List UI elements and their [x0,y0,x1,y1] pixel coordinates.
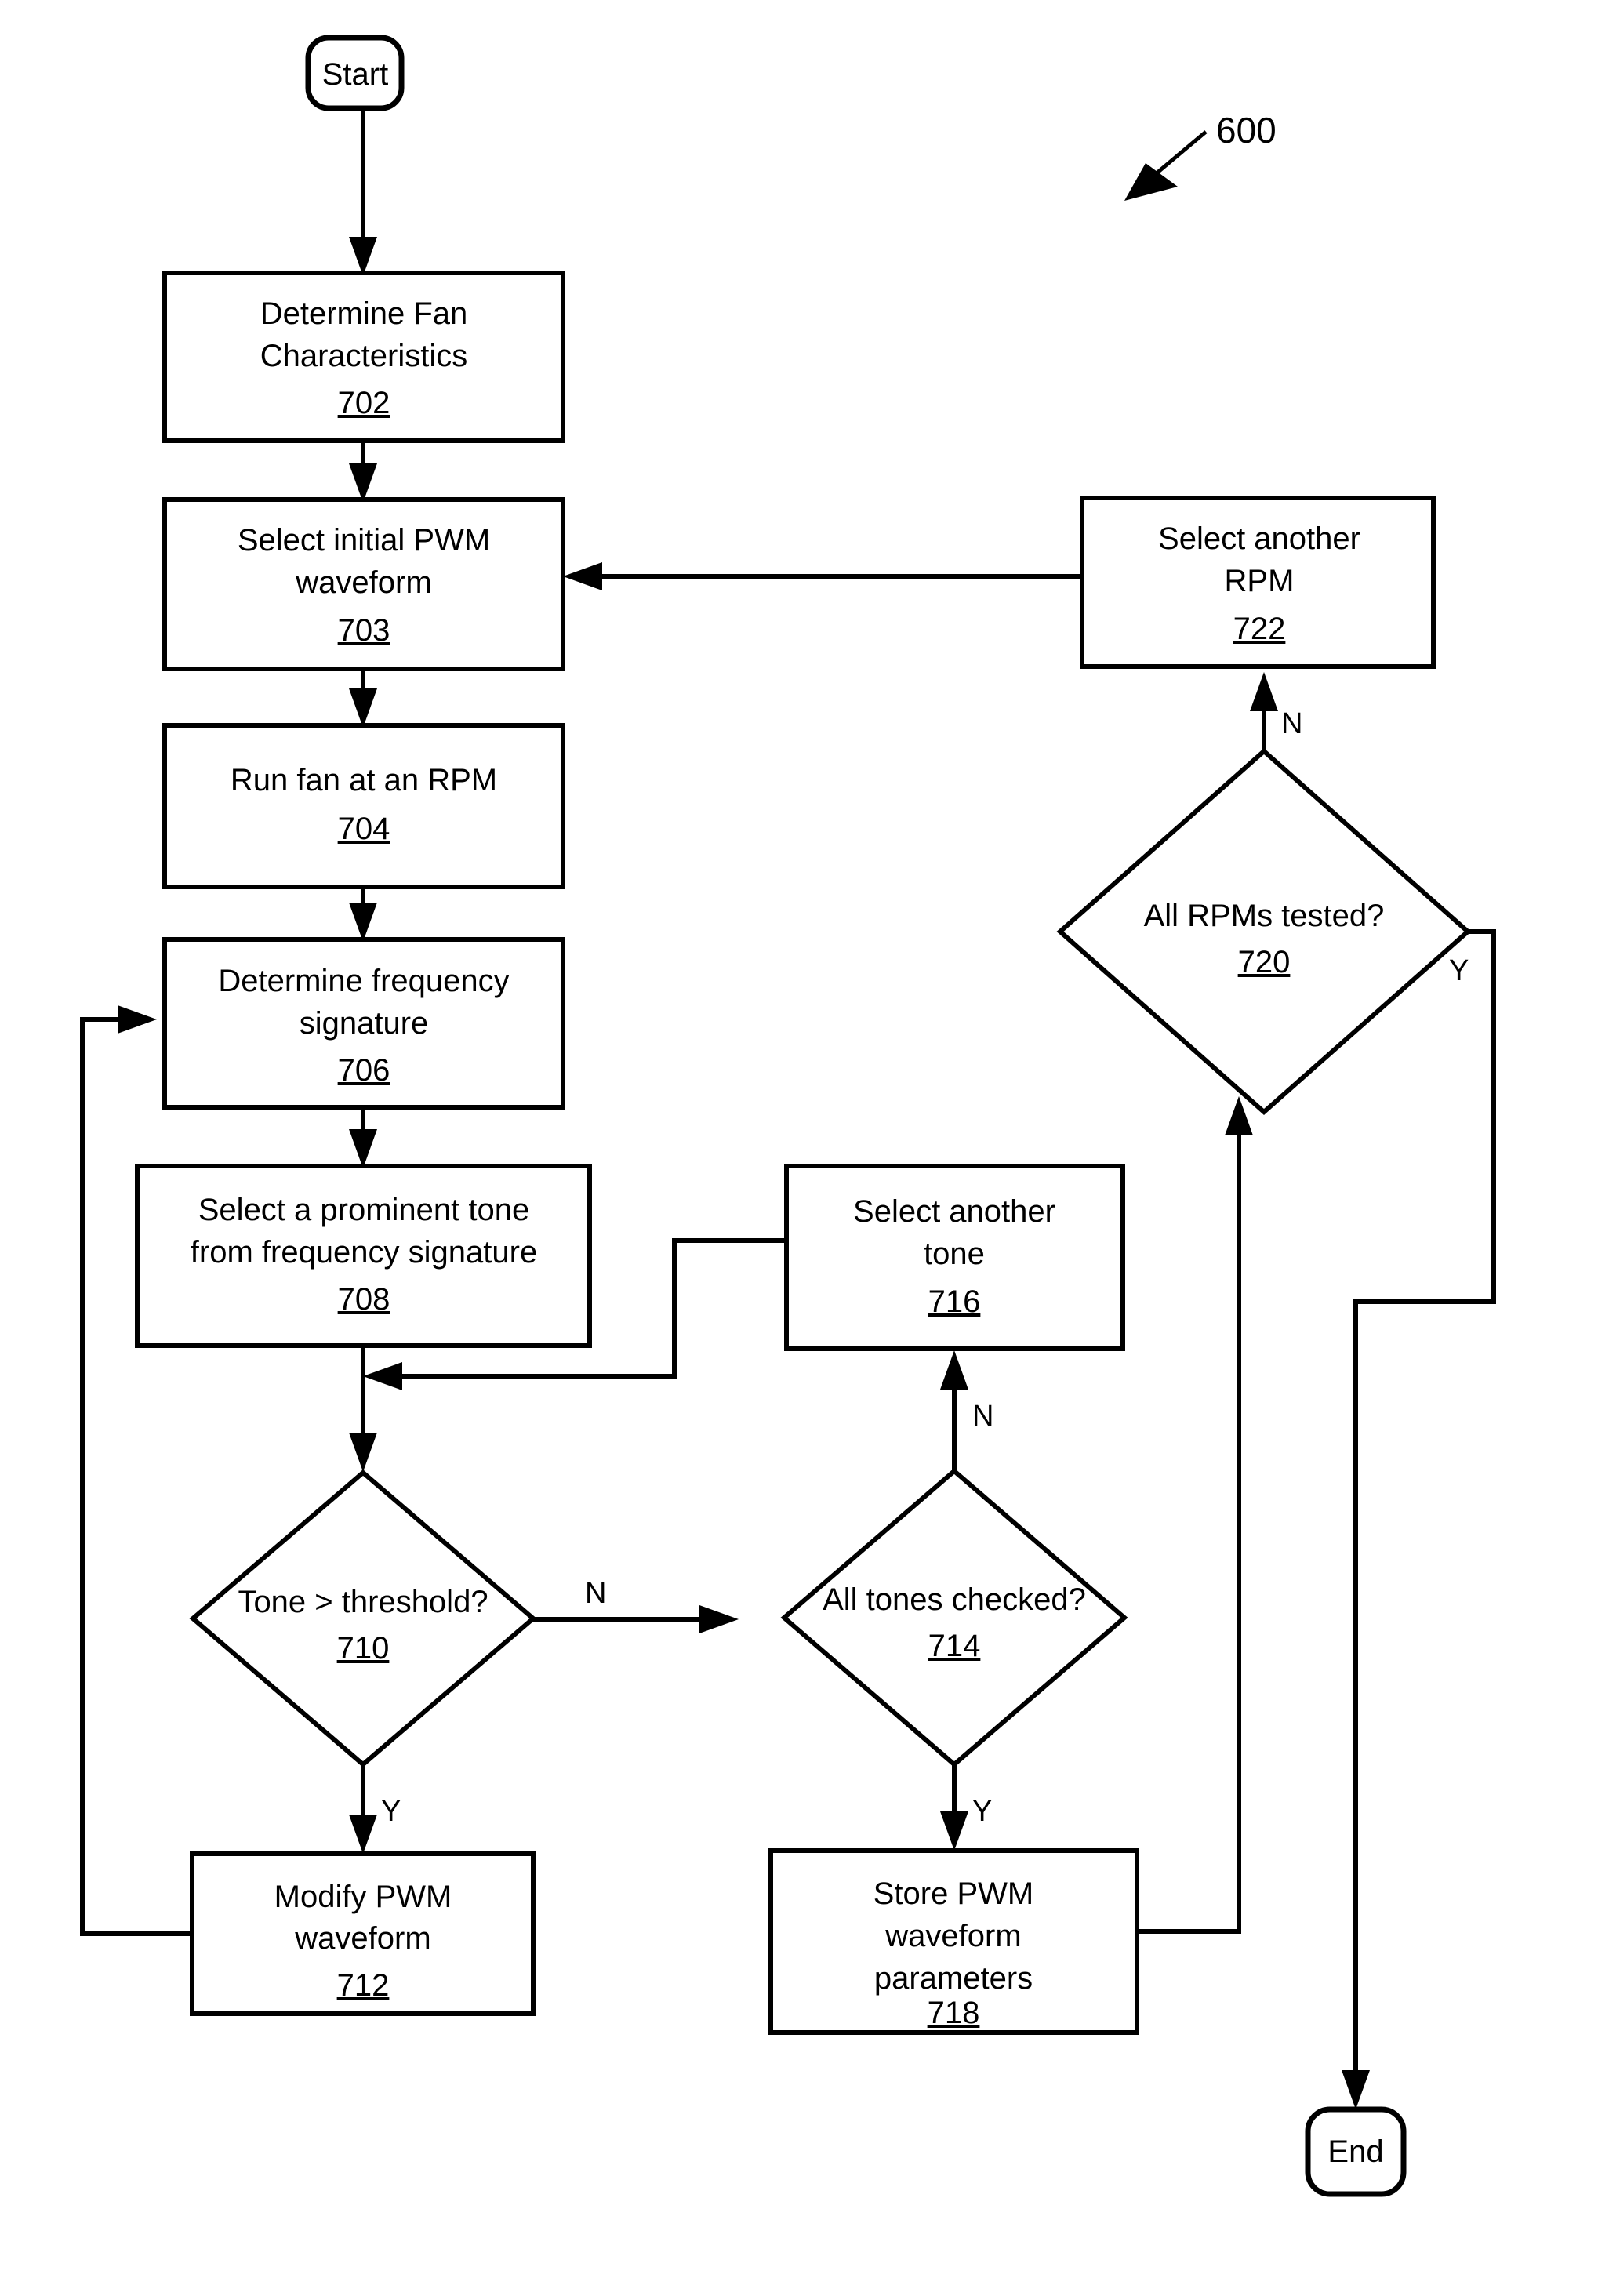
node-716-line-0: Select another [853,1194,1055,1229]
edge-706-to-708 [349,1107,377,1168]
figure-callout-600 [1124,130,1208,201]
node-718-line-1: waveform [884,1919,1021,1953]
end-label: End [1327,2134,1383,2169]
node-712-line-1: waveform [294,1921,430,1956]
edge-720-to-722 [1250,672,1278,750]
node-708-ref: 708 [338,1282,390,1317]
node-704[interactable]: Run fan at an RPM 704 [162,723,565,889]
node-start[interactable]: Start [305,35,405,111]
node-704-line-0: Run fan at an RPM [231,763,497,797]
node-722-line-1: RPM [1225,564,1295,598]
node-710-line-0: Tone > threshold? [238,1585,488,1619]
edge-710-to-714 [533,1605,739,1633]
node-720[interactable]: All RPMs tested? 720 [1056,747,1472,1116]
node-714-shape [780,1468,1128,1767]
start-label: Start [322,57,388,92]
edge-start-to-702 [349,107,377,276]
node-718[interactable]: Store PWM waveform parameters 718 [768,1848,1139,2035]
node-718-line-0: Store PWM [873,1876,1033,1911]
node-708[interactable]: Select a prominent tone from frequency s… [135,1164,592,1348]
node-702-ref: 702 [338,386,390,420]
node-704-shape [162,723,565,889]
node-703-ref: 703 [338,613,390,648]
node-end[interactable]: End [1305,2106,1407,2197]
edge-714-to-718 [940,1764,968,1851]
flowchart-svg: Start Determine Fan Characteristics 702 … [80,35,1496,2197]
edge-720-to-end [1342,929,1496,2109]
node-722[interactable]: Select another RPM 722 [1080,496,1436,669]
edge-704-to-706 [349,887,377,942]
figure-number-label: 600 [1216,110,1277,151]
node-722-line-0: Select another [1158,521,1360,556]
node-706-ref: 706 [338,1053,390,1088]
node-710[interactable]: Tone > threshold? 710 [189,1470,537,1767]
node-716[interactable]: Select another tone 716 [784,1164,1125,1351]
node-714-ref: 714 [928,1629,981,1663]
node-702-line-1: Characteristics [260,339,468,373]
node-722-ref: 722 [1233,612,1286,646]
node-703-line-1: waveform [295,565,431,600]
node-712-ref: 712 [337,1968,390,2003]
node-714[interactable]: All tones checked? 714 [780,1468,1128,1767]
node-710-ref: 710 [337,1631,390,1666]
node-712[interactable]: Modify PWM waveform 712 [190,1851,536,2016]
node-703[interactable]: Select initial PWM waveform 703 [162,497,565,671]
node-706[interactable]: Determine frequency signature 706 [162,937,565,1110]
edge-703-to-704 [349,669,377,728]
node-708-line-0: Select a prominent tone [198,1193,529,1227]
branch-label-720-yes: Y [1449,954,1469,987]
edge-708-to-710 [349,1346,377,1472]
branch-label-720-no: N [1281,707,1302,740]
node-720-ref: 720 [1238,945,1291,979]
node-716-ref: 716 [928,1284,981,1319]
edge-722-to-703 [563,562,1082,590]
edge-712-to-706 [80,1005,192,1936]
branch-label-710-yes: Y [381,1795,401,1828]
flowchart-canvas: Start Determine Fan Characteristics 702 … [0,0,1598,2296]
edge-710-to-712 [349,1764,377,1854]
node-703-line-0: Select initial PWM [238,523,490,558]
branch-label-714-yes: Y [972,1795,992,1828]
node-708-line-1: from frequency signature [191,1235,537,1270]
node-716-line-1: tone [924,1237,985,1271]
edge-718-to-720 [1137,1096,1253,1934]
node-714-line-0: All tones checked? [823,1582,1086,1617]
edge-702-to-703 [349,441,377,503]
node-704-ref: 704 [338,812,390,846]
node-702-line-0: Determine Fan [260,296,468,331]
branch-label-710-no: N [585,1577,606,1610]
node-718-line-2: parameters [874,1961,1033,1996]
node-720-line-0: All RPMs tested? [1144,899,1385,933]
branch-label-714-no: N [972,1400,993,1433]
node-706-line-1: signature [300,1006,429,1041]
node-718-ref: 718 [928,1996,980,2030]
node-712-line-0: Modify PWM [274,1880,452,1914]
node-706-line-0: Determine frequency [218,964,509,998]
node-702[interactable]: Determine Fan Characteristics 702 [162,271,565,443]
